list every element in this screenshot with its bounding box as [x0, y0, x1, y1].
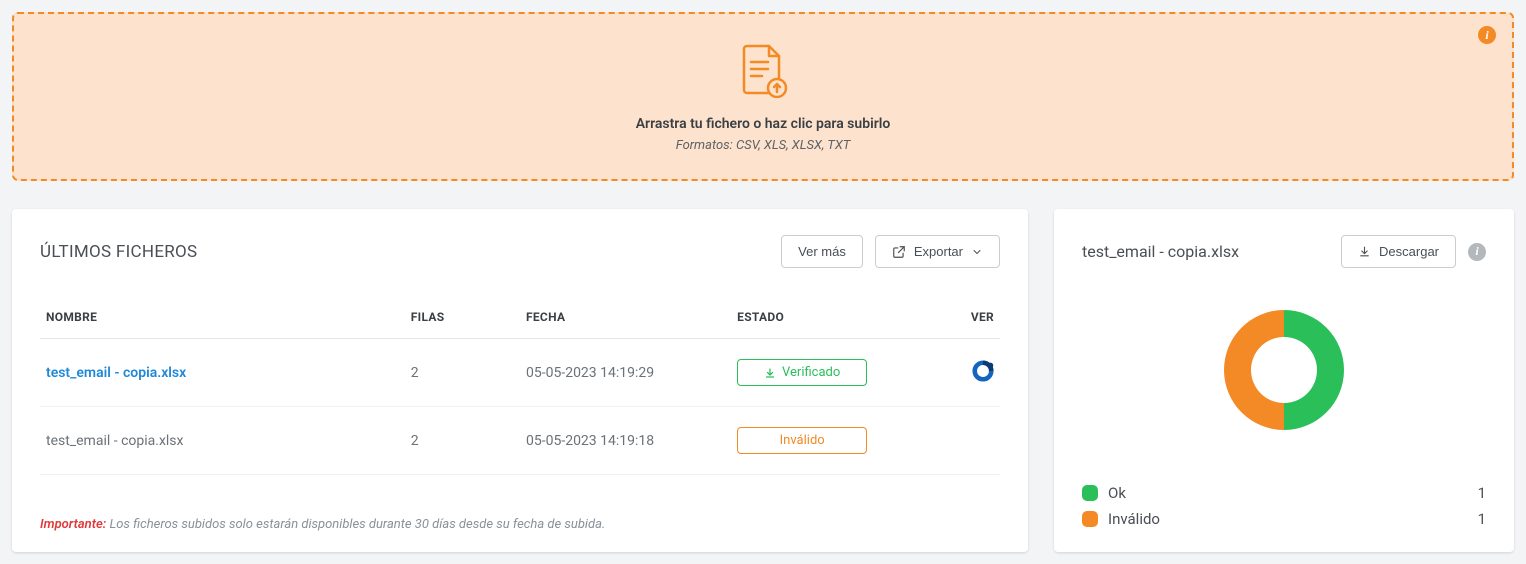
col-filas: FILAS	[405, 296, 520, 339]
chart-legend: Ok 1 Inválido 1	[1082, 480, 1486, 532]
col-fecha: FECHA	[520, 296, 731, 339]
descargar-label: Descargar	[1379, 244, 1439, 259]
chevron-down-icon	[971, 246, 983, 258]
info-icon[interactable]: i	[1468, 243, 1486, 261]
dropzone-subtitle: Formatos: CSV, XLS, XLSX, TXT	[34, 138, 1492, 153]
info-icon[interactable]: i	[1478, 26, 1496, 44]
detail-title: test_email - copia.xlsx	[1082, 242, 1239, 261]
legend-item: Inválido 1	[1082, 506, 1486, 532]
file-upload-icon	[738, 44, 788, 98]
download-icon	[1358, 245, 1371, 258]
file-name-link[interactable]: test_email - copia.xlsx	[46, 365, 186, 381]
legend-value: 1	[1478, 484, 1486, 502]
status-badge: Inválido	[737, 427, 867, 454]
file-rows: 2	[405, 407, 520, 475]
file-detail-panel: test_email - copia.xlsx Descargar i Ok 1	[1054, 209, 1514, 552]
legend-item: Ok 1	[1082, 480, 1486, 506]
status-label: Verificado	[782, 365, 840, 380]
file-name: test_email - copia.xlsx	[40, 407, 405, 475]
file-date: 05-05-2023 14:19:29	[520, 339, 731, 407]
status-badge: Verificado	[737, 359, 867, 386]
dropzone-title: Arrastra tu fichero o haz clic para subi…	[34, 116, 1492, 132]
file-rows: 2	[405, 339, 520, 407]
donut-chart	[1209, 295, 1359, 445]
file-dropzone[interactable]: i Arrastra tu fichero o haz clic para su…	[12, 12, 1514, 181]
col-ver: VER	[904, 296, 1000, 339]
table-row: test_email - copia.xlsx 2 05-05-2023 14:…	[40, 339, 1000, 407]
exportar-button[interactable]: Exportar	[875, 235, 1000, 268]
panel-title: ÚLTIMOS FICHEROS	[40, 242, 197, 262]
files-table: NOMBRE FILAS FECHA ESTADO VER test_email…	[40, 296, 1000, 475]
footnote-important: Importante:	[40, 517, 106, 532]
footnote-text: Los ficheros subidos solo estarán dispon…	[106, 517, 605, 532]
exportar-label: Exportar	[914, 244, 963, 259]
download-small-icon	[764, 367, 776, 379]
view-chart-button[interactable]	[972, 360, 994, 382]
file-date: 05-05-2023 14:19:18	[520, 407, 731, 475]
latest-files-panel: ÚLTIMOS FICHEROS Ver más Exportar NOMBRE…	[12, 209, 1028, 552]
legend-value: 1	[1478, 510, 1486, 528]
legend-label: Inválido	[1108, 510, 1160, 528]
footnote: Importante: Los ficheros subidos solo es…	[40, 517, 1000, 532]
col-estado: ESTADO	[731, 296, 904, 339]
descargar-button[interactable]: Descargar	[1341, 235, 1456, 268]
export-icon	[892, 245, 906, 259]
ver-mas-button[interactable]: Ver más	[781, 235, 863, 268]
swatch-invalid	[1082, 511, 1098, 527]
status-label: Inválido	[780, 433, 825, 448]
table-row: test_email - copia.xlsx 2 05-05-2023 14:…	[40, 407, 1000, 475]
swatch-ok	[1082, 485, 1098, 501]
legend-label: Ok	[1108, 484, 1126, 502]
col-nombre: NOMBRE	[40, 296, 405, 339]
ver-mas-label: Ver más	[798, 244, 846, 259]
